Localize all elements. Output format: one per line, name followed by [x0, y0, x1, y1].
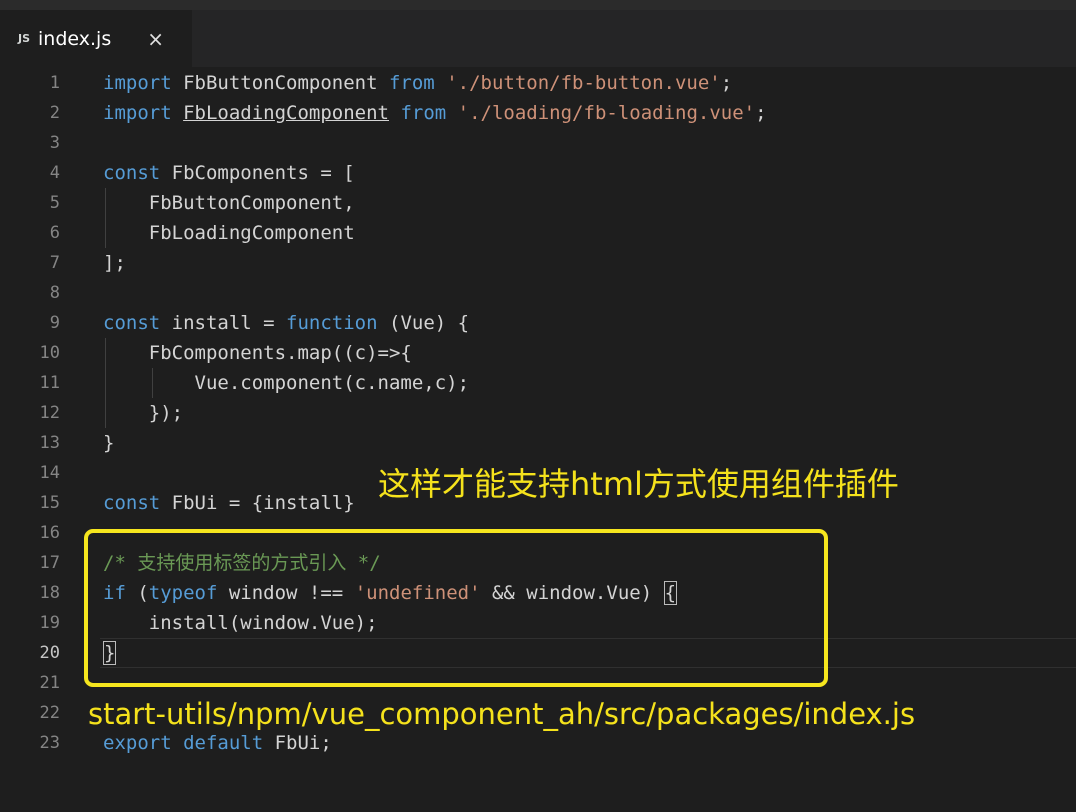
line-number: 5	[49, 193, 60, 213]
code-line[interactable]: 8	[0, 278, 1076, 308]
line-number: 19	[39, 613, 60, 633]
code-text: FbComponents.map((c)=>{	[103, 338, 412, 368]
code-text: const FbComponents = [	[103, 158, 355, 188]
code-token: ];	[103, 252, 126, 274]
line-number: 1	[49, 73, 60, 93]
code-token: ;	[720, 72, 733, 94]
code-token: FbLoadingComponent	[183, 102, 389, 124]
code-text: ];	[103, 248, 126, 278]
code-text: });	[103, 398, 183, 428]
line-number: 8	[49, 283, 60, 303]
line-number: 18	[39, 583, 60, 603]
tab-label: index.js	[38, 27, 112, 50]
line-number: 20	[39, 643, 60, 663]
line-number: 12	[39, 403, 60, 423]
code-token: FbButtonComponent,	[103, 192, 355, 214]
code-line[interactable]: 13}	[0, 428, 1076, 458]
code-line[interactable]: 11 Vue.component(c.name,c);	[0, 368, 1076, 398]
code-token: }	[103, 432, 115, 454]
code-token: function	[286, 312, 378, 334]
line-number: 3	[49, 133, 60, 153]
line-number: 14	[39, 463, 60, 483]
code-token: const	[103, 492, 161, 514]
line-number: 11	[39, 373, 60, 393]
code-token: from	[388, 72, 435, 94]
code-line[interactable]: 10 FbComponents.map((c)=>{	[0, 338, 1076, 368]
annotation-chinese-note: 这样才能支持html方式使用组件插件	[378, 465, 899, 503]
code-line[interactable]: 12 });	[0, 398, 1076, 428]
code-text: import FbButtonComponent from './button/…	[103, 68, 732, 98]
code-token: install =	[160, 312, 287, 334]
code-text: export default FbUi;	[103, 728, 332, 758]
tab-bar: JS index.js ×	[0, 10, 1076, 67]
highlight-box	[84, 529, 828, 687]
line-number: 16	[39, 523, 60, 543]
line-number: 15	[39, 493, 60, 513]
line-number: 4	[49, 163, 60, 183]
code-line[interactable]: 7];	[0, 248, 1076, 278]
code-line[interactable]: 2 import FbLoadingComponent from './loadi…	[0, 98, 1076, 128]
code-token: FbButtonComponent	[171, 72, 389, 94]
line-number: 9	[49, 313, 60, 333]
line-number: 7	[49, 253, 60, 273]
close-icon[interactable]: ×	[147, 27, 164, 51]
code-token: import	[103, 102, 172, 124]
code-token: const	[103, 312, 161, 334]
window-top-bar	[0, 0, 1076, 10]
code-text: const FbUi = {install}	[103, 488, 355, 518]
code-line[interactable]: 23 export default FbUi;	[0, 728, 1076, 758]
line-number: 6	[49, 223, 60, 243]
code-text: FbButtonComponent,	[103, 188, 355, 218]
line-number: 10	[39, 343, 60, 363]
code-text: import FbLoadingComponent from './loadin…	[103, 98, 767, 128]
code-token: FbComponents.map((c)=>{	[103, 342, 412, 364]
code-text: FbLoadingComponent	[103, 218, 355, 248]
line-number: 13	[39, 433, 60, 453]
code-token: const	[103, 162, 161, 184]
code-text: const install = function (Vue) {	[103, 308, 469, 338]
line-number: 23	[39, 733, 60, 753]
code-token: import	[103, 72, 172, 94]
code-token: ;	[755, 102, 767, 124]
code-line[interactable]: 9 const install = function (Vue) {	[0, 308, 1076, 338]
code-token: });	[103, 402, 184, 424]
code-token: FbUi = {install}	[160, 492, 355, 514]
code-token: FbComponents = [	[160, 162, 355, 184]
indent-guide	[105, 338, 106, 428]
code-text: Vue.component(c.name,c);	[103, 368, 470, 398]
code-token: './loading/fb-loading.vue'	[457, 102, 756, 124]
line-number: 21	[39, 673, 60, 693]
code-token: default	[183, 732, 264, 754]
code-token: FbUi;	[263, 732, 332, 754]
line-number: 2	[49, 103, 60, 123]
line-number: 22	[39, 703, 60, 723]
code-line[interactable]: 6 FbLoadingComponent	[0, 218, 1076, 248]
line-number: 17	[39, 553, 60, 573]
code-token: (Vue) {	[377, 312, 470, 334]
code-line[interactable]: 5 FbButtonComponent,	[0, 188, 1076, 218]
code-text: }	[103, 428, 114, 458]
code-token: export	[103, 732, 172, 754]
code-line[interactable]: 4 const FbComponents = [	[0, 158, 1076, 188]
tab-index-js[interactable]: JS index.js ×	[0, 10, 192, 67]
indent-guide	[105, 188, 106, 248]
code-line[interactable]: 3	[0, 128, 1076, 158]
js-file-icon: JS	[18, 32, 31, 45]
code-token: './button/fb-button.vue'	[446, 72, 721, 94]
code-line[interactable]: 1 import FbButtonComponent from './button…	[0, 68, 1076, 98]
code-token: Vue.component(c.name,c);	[103, 372, 470, 394]
indent-guide	[152, 368, 153, 398]
code-token: FbLoadingComponent	[103, 222, 355, 244]
annotation-file-path: start-utils/npm/vue_component_ah/src/pac…	[88, 697, 916, 731]
code-token: from	[400, 102, 447, 124]
